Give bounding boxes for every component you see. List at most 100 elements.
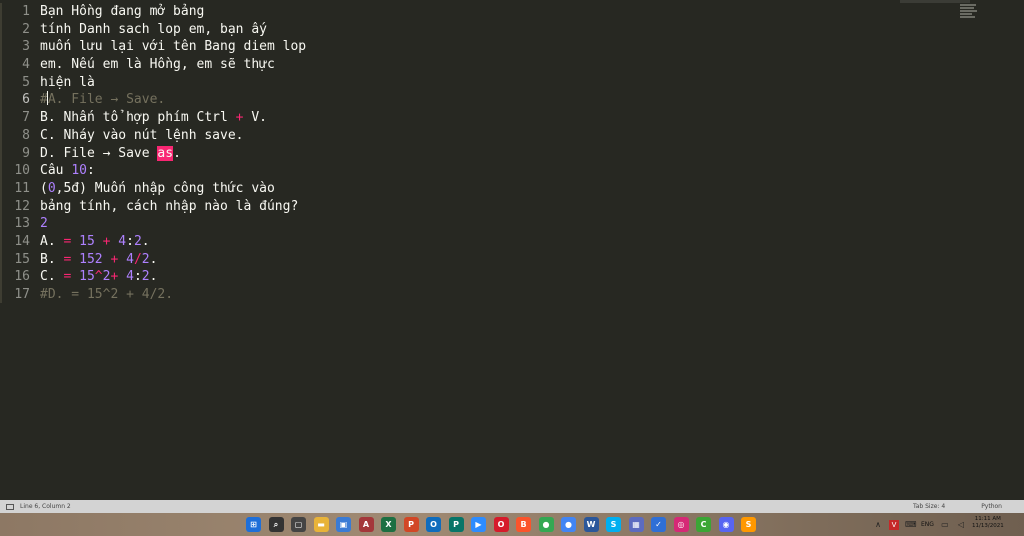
code-line[interactable]: (0,5đ) Muốn nhập công thức vào xyxy=(40,180,964,198)
store-icon[interactable]: ▣ xyxy=(336,517,351,532)
code-token: 4 xyxy=(118,233,127,249)
skype-icon[interactable]: S xyxy=(606,517,621,532)
language-indicator[interactable]: ENG xyxy=(921,521,934,528)
code-token: Câu xyxy=(40,163,72,179)
task-view-icon[interactable]: ▢ xyxy=(291,517,306,532)
code-token: 4 xyxy=(126,269,134,285)
line-number-gutter: 1 2 3 4 5 6 7 8 9 10 11 12 13 14 15 16 17 xyxy=(0,3,30,304)
code-token: 2 xyxy=(133,233,142,249)
code-line[interactable]: hiện là xyxy=(40,74,964,92)
code-token: . xyxy=(173,145,181,161)
code-token: 10 xyxy=(71,163,87,179)
clock-date: 11/13/2021 xyxy=(972,523,1004,529)
line-number: 5 xyxy=(22,74,30,90)
powerpoint-icon[interactable]: P xyxy=(403,517,419,532)
code-token: 4 xyxy=(126,251,134,267)
code-line[interactable]: C. Nháy vào nút lệnh save. xyxy=(40,127,964,145)
tab-size-indicator[interactable]: Tab Size: 4 xyxy=(913,503,945,510)
outlook-icon[interactable]: O xyxy=(426,517,441,532)
taskbar-apps: ⊞ ⌕ ▢ ▬ ▣ A X P O P ▶ O B ● ● W S ▦ ✓ ◎ C ◉ S xyxy=(246,517,756,532)
code-token: D. File → Save xyxy=(40,145,158,161)
editor-pane[interactable]: 1 2 3 4 5 6 7 8 9 10 11 12 13 14 15 16 17 Bạn Hồng đang … xyxy=(0,0,1024,500)
code-token: B. xyxy=(40,251,64,267)
windows-start-icon[interactable]: ⊞ xyxy=(246,517,261,532)
brave-icon[interactable]: B xyxy=(516,517,531,532)
search-icon[interactable]: ⌕ xyxy=(268,517,284,532)
word-icon[interactable]: W xyxy=(583,517,599,532)
code-line[interactable]: Bạn Hồng đang mở bảng xyxy=(40,3,964,21)
code-token: 152 xyxy=(79,251,103,267)
cursor-position: Line 6, Column 2 xyxy=(20,503,71,510)
access-icon[interactable]: A xyxy=(358,517,374,532)
code-line[interactable]: em. Nếu em là Hồng, em sẽ thực xyxy=(40,56,964,74)
code-token: 15 xyxy=(79,269,95,285)
tray-overflow-icon[interactable]: ∧ xyxy=(873,520,883,530)
code-token: : xyxy=(126,233,134,249)
line-number: 1 xyxy=(22,4,30,19)
file-explorer-icon[interactable]: ▬ xyxy=(313,517,329,532)
line-number: 4 xyxy=(22,57,30,73)
code-line[interactable]: B. Nhấn tổ hợp phím Ctrl + V. xyxy=(40,109,964,127)
security-icon[interactable]: ✓ xyxy=(651,517,666,532)
code-line[interactable]: B. = 152 + 4/2. xyxy=(40,251,964,269)
clock[interactable]: 11:11 AM 11/13/2021 xyxy=(972,516,1004,530)
search-highlight: as xyxy=(157,145,174,161)
code-token: Bạn Hồng đang mở bảng xyxy=(40,4,205,19)
line-number: 9 xyxy=(22,145,30,161)
code-line[interactable]: bảng tính, cách nhập nào là đúng? xyxy=(40,198,964,216)
photos-icon[interactable]: ▦ xyxy=(628,517,644,532)
code-line[interactable]: muốn lưu lại với tên Bang diem lop xyxy=(40,38,964,56)
code-token: hiện là xyxy=(40,74,95,90)
code-token: tính Danh sach lop em, bạn ấy xyxy=(40,21,267,37)
volume-icon[interactable]: ◁ xyxy=(956,520,966,530)
camtasia-icon[interactable]: C xyxy=(696,517,711,532)
publisher-icon[interactable]: P xyxy=(448,517,464,532)
code-line[interactable]: tính Danh sach lop em, bạn ấy xyxy=(40,21,964,39)
sublime-text-icon[interactable]: S xyxy=(741,517,756,532)
code-line[interactable]: A. = 15 + 4:2. xyxy=(40,233,964,251)
code-token: . xyxy=(149,251,158,267)
code-token: : xyxy=(133,269,142,285)
code-token: em. Nếu em là Hồng, em sẽ thực xyxy=(40,57,275,73)
zoom-icon[interactable]: ▶ xyxy=(471,517,486,532)
chrome-icon[interactable]: ● xyxy=(538,517,554,532)
syntax-indicator[interactable]: Python xyxy=(981,503,1002,510)
code-line[interactable]: 2 xyxy=(40,215,964,233)
code-token: 2 xyxy=(40,216,48,232)
keyboard-icon[interactable]: ⌨ xyxy=(905,520,917,530)
code-token: C. Nháy vào nút lệnh save. xyxy=(40,127,244,143)
code-area[interactable]: Bạn Hồng đang mở bảng tính Danh sach lop … xyxy=(40,3,964,304)
discord-icon[interactable]: ◉ xyxy=(718,517,734,532)
network-icon[interactable]: ▭ xyxy=(940,520,950,530)
code-token: V. xyxy=(243,110,267,126)
line-number: 10 xyxy=(14,163,30,179)
chrome-alt-icon[interactable]: ● xyxy=(561,517,576,532)
code-token: ( xyxy=(40,180,48,196)
antivirus-icon[interactable]: V xyxy=(889,519,899,530)
status-bar: Line 6, Column 2 Tab Size: 4 Python xyxy=(0,500,1024,513)
code-line[interactable]: Câu 10: xyxy=(40,162,964,180)
code-token: : xyxy=(86,163,95,179)
code-token: B. Nhấn tổ hợp phím Ctrl xyxy=(40,110,236,126)
code-line[interactable]: #A. File → Save. xyxy=(40,91,964,109)
console-toggle-icon[interactable] xyxy=(6,503,14,510)
code-line[interactable]: #D. = 15^2 + 4/2. xyxy=(40,286,964,304)
line-number: 2 xyxy=(22,21,30,37)
code-line[interactable]: D. File → Save as. xyxy=(40,145,964,163)
excel-icon[interactable]: X xyxy=(381,517,396,532)
instagram-icon[interactable]: ◎ xyxy=(673,517,689,532)
code-token: #D. = 15^2 + 4/2. xyxy=(40,287,174,302)
line-number: 13 xyxy=(14,216,30,232)
code-token: + xyxy=(235,110,244,126)
line-number: 15 xyxy=(14,251,30,267)
code-line[interactable]: C. = 15^2+ 4:2. xyxy=(40,268,964,286)
line-number: 3 xyxy=(22,39,30,55)
code-token: ,5đ) Muốn nhập công thức vào xyxy=(55,180,275,196)
opera-icon[interactable]: O xyxy=(493,517,509,532)
code-token: . xyxy=(149,269,158,285)
code-token: bảng tính, cách nhập nào là đúng? xyxy=(40,198,299,214)
